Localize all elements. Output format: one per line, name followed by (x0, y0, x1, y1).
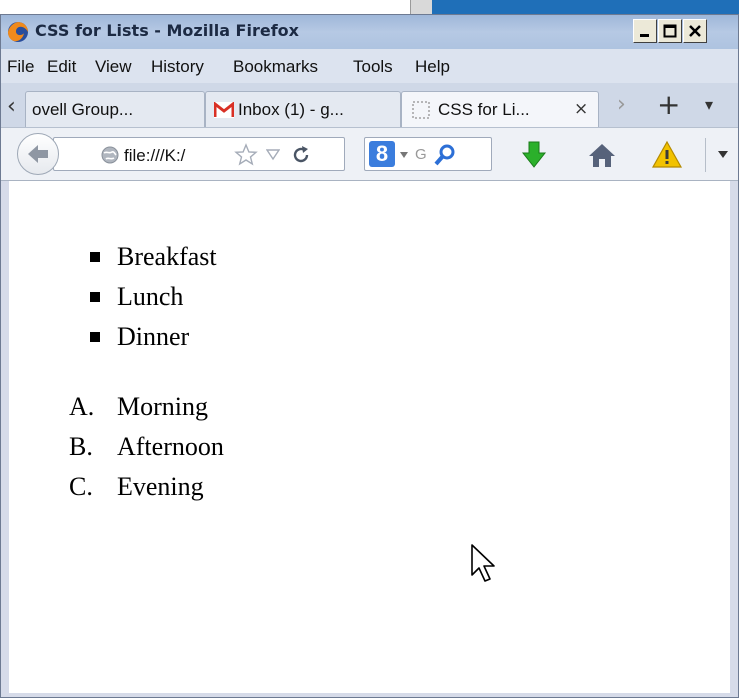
title-bar: CSS for Lists - Mozilla Firefox (1, 15, 738, 49)
menu-bar: File Edit View History Bookmarks Tools H… (1, 49, 738, 83)
menu-file[interactable]: File (7, 57, 34, 77)
search-engine-icon[interactable]: 8 (369, 141, 395, 167)
mouse-pointer-icon (471, 544, 495, 582)
blank-page-icon (412, 101, 430, 119)
back-button[interactable] (17, 133, 59, 175)
maximize-icon (663, 24, 677, 38)
list-item: A. Morning (69, 387, 224, 427)
list-item-text: Breakfast (117, 242, 217, 271)
list-item-text: Evening (117, 472, 204, 501)
list-item: B. Afternoon (69, 427, 224, 467)
home-icon[interactable] (588, 142, 616, 168)
list-item: Dinner (90, 317, 217, 357)
tab-inbox[interactable]: Inbox (1) - g... (205, 91, 401, 127)
tab-label: Inbox (1) - g... (238, 100, 344, 119)
list-marker: C. (69, 472, 93, 501)
menu-tools[interactable]: Tools (353, 57, 393, 77)
bookmark-star-icon[interactable] (234, 143, 258, 167)
url-text: file:///K:/ (124, 146, 186, 165)
close-button[interactable] (683, 19, 707, 43)
list-item-text: Lunch (117, 282, 184, 311)
square-bullet (90, 252, 100, 262)
square-bullet (90, 292, 100, 302)
close-icon (689, 25, 701, 37)
toolbar-overflow-icon[interactable] (717, 150, 729, 160)
menu-view[interactable]: View (95, 57, 132, 77)
list-item: Lunch (90, 277, 217, 317)
minimize-icon (640, 34, 649, 37)
page-content: Breakfast Lunch Dinner A. Morning B. After… (9, 181, 730, 693)
list-item: C. Evening (69, 467, 224, 507)
url-bar[interactable]: file:///K:/ (53, 137, 345, 171)
download-icon[interactable] (520, 140, 548, 170)
desktop-background-blue (432, 0, 739, 14)
search-icon[interactable] (433, 143, 457, 167)
list-marker: A. (69, 392, 95, 421)
tab-scroll-left-button[interactable]: ‹ (7, 94, 16, 119)
ordered-list: A. Morning B. Afternoon C. Evening (69, 387, 224, 507)
menu-help[interactable]: Help (415, 57, 450, 77)
tab-strip: ‹ ovell Group... Inbox (1) - g... CSS fo… (1, 83, 738, 128)
navigation-bar: file:///K:/ 8 G (1, 127, 738, 181)
list-marker: B. (69, 432, 93, 461)
search-placeholder: G (415, 146, 427, 163)
history-dropdown-icon[interactable] (266, 149, 280, 161)
browser-window: CSS for Lists - Mozilla Firefox File Edi… (0, 14, 739, 698)
globe-icon (101, 146, 119, 164)
list-item-text: Afternoon (117, 432, 224, 461)
tab-scroll-right-button[interactable]: › (617, 92, 626, 117)
gmail-icon (214, 102, 234, 118)
unordered-list: Breakfast Lunch Dinner (90, 237, 217, 357)
tab-label: CSS for Li... (438, 100, 530, 119)
new-tab-button[interactable]: + (657, 88, 680, 121)
list-item: Breakfast (90, 237, 217, 277)
tab-close-icon[interactable]: × (574, 99, 588, 119)
back-arrow-icon (28, 145, 48, 163)
list-item-text: Morning (117, 392, 208, 421)
tab-lovell-group[interactable]: ovell Group... (25, 91, 205, 127)
warning-icon[interactable] (651, 140, 683, 170)
menu-history[interactable]: History (151, 57, 204, 77)
menu-edit[interactable]: Edit (47, 57, 76, 77)
square-bullet (90, 332, 100, 342)
minimize-button[interactable] (633, 19, 657, 43)
menu-bookmarks[interactable]: Bookmarks (233, 57, 318, 77)
list-item-text: Dinner (117, 322, 190, 351)
tab-label: ovell Group... (32, 100, 134, 119)
toolbar-separator (705, 138, 706, 172)
maximize-button[interactable] (658, 19, 682, 43)
desktop-background (410, 0, 434, 14)
search-engine-dropdown-icon[interactable] (399, 151, 409, 159)
reload-icon[interactable] (290, 144, 312, 166)
list-all-tabs-button[interactable]: ▾ (705, 95, 713, 114)
tab-css-for-lists[interactable]: CSS for Li... × (401, 91, 599, 128)
firefox-logo-icon (8, 22, 28, 42)
window-title: CSS for Lists - Mozilla Firefox (35, 21, 299, 40)
search-bar[interactable]: 8 G (364, 137, 492, 171)
